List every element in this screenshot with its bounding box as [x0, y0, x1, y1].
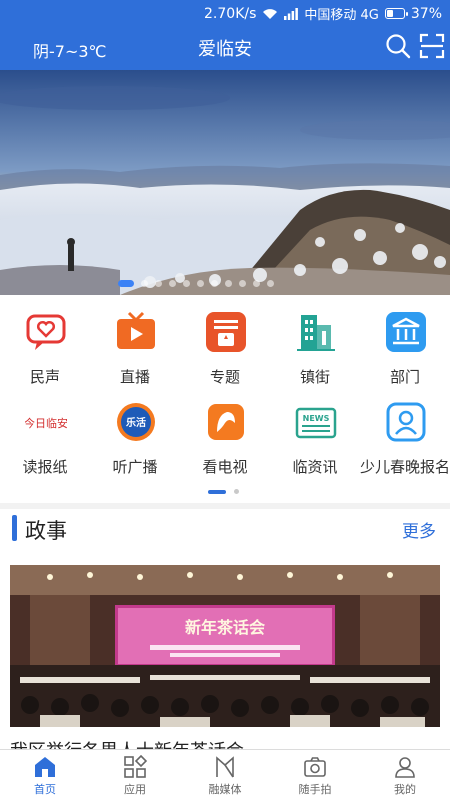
tab-label: 首页: [34, 783, 56, 796]
tab-media[interactable]: 融媒体: [180, 750, 270, 800]
tab-home[interactable]: 首页: [0, 750, 90, 800]
svg-text:今日临安: 今日临安: [25, 416, 67, 430]
grid-item-radio[interactable]: 乐活 听广播: [90, 385, 180, 476]
topic-icon: [206, 312, 246, 352]
tab-apps[interactable]: 应用: [90, 750, 180, 800]
indicator-dot: [141, 280, 148, 287]
indicator-dot: [253, 280, 260, 287]
banner-image: [0, 70, 450, 295]
tab-label: 我的: [394, 783, 416, 796]
apps-icon: [124, 755, 147, 778]
svg-text:乐活: 乐活: [126, 416, 146, 429]
person-badge-icon: [386, 402, 426, 442]
status-bar: 2.70K/s 中国移动 4G 37%: [0, 0, 450, 26]
app-bar: 阴-7~3℃ 爱临安: [0, 26, 450, 70]
indicator-dot: [267, 280, 274, 287]
page-dot-active: [208, 489, 226, 494]
svg-text:NEWS: NEWS: [303, 414, 330, 423]
article-image[interactable]: 新年茶话会: [10, 565, 440, 727]
carrier-label: 中国移动 4G: [304, 8, 379, 23]
network-speed: 2.70K/s: [204, 5, 257, 22]
indicator-dot: [239, 280, 246, 287]
chat-heart-icon: [26, 314, 66, 350]
search-icon[interactable]: [384, 32, 412, 60]
politics-section: 政事 更多 新年茶话会: [0, 509, 450, 749]
grid-item-minsheng[interactable]: 民声: [0, 295, 90, 386]
camera-icon: [304, 757, 326, 777]
article-photo: 新年茶话会: [10, 565, 440, 727]
newspaper-logo-icon: 今日临安: [25, 416, 67, 430]
app-title: 爱临安: [198, 39, 252, 60]
grid-item-live[interactable]: 直播: [90, 295, 180, 386]
indicator-dot: [169, 280, 176, 287]
function-grid: 民声 直播 专题 镇街 部门 今日临安 读报纸 乐活 听广播 看电视 NEWS …: [0, 295, 450, 503]
section-title: 政事: [25, 519, 67, 543]
live-tv-icon: [117, 311, 155, 349]
wifi-icon: [263, 8, 278, 19]
grid-item-kids-gala-signup[interactable]: 少儿春晚报名: [360, 385, 450, 476]
section-accent-bar: [12, 515, 17, 541]
grid-item-newspaper[interactable]: 今日临安 读报纸: [0, 385, 90, 476]
svg-text:新年茶话会: 新年茶话会: [185, 618, 265, 637]
institution-icon: [386, 312, 426, 352]
tab-label: 随手拍: [298, 783, 332, 796]
bottom-tab-bar: 首页 应用 融媒体 随手拍 我的: [0, 749, 450, 800]
indicator-dot: [155, 280, 162, 287]
tv-logo-icon: [208, 404, 244, 440]
indicator-dot: [211, 280, 218, 287]
grid-item-label: 少儿春晚报名: [359, 458, 450, 476]
grid-page-indicator: [208, 489, 239, 494]
grid-item-label: 部门: [389, 368, 420, 386]
grid-item-department[interactable]: 部门: [360, 295, 450, 386]
grid-item-news[interactable]: NEWS 临资讯: [270, 385, 360, 476]
page-dot: [234, 489, 239, 494]
home-icon: [35, 757, 55, 777]
radio-logo-icon: 乐活: [117, 403, 155, 441]
grid-item-town[interactable]: 镇街: [270, 295, 360, 386]
grid-item-topic[interactable]: 专题: [180, 295, 270, 386]
news-icon: NEWS: [295, 407, 337, 439]
user-icon: [395, 757, 415, 778]
banner-carousel[interactable]: [0, 70, 450, 295]
indicator-dot: [225, 280, 232, 287]
top-bar: 2.70K/s 中国移动 4G 37% 阴-7~3℃ 爱临安: [0, 0, 450, 70]
tab-label: 融媒体: [208, 783, 242, 796]
indicator-dot: [197, 280, 204, 287]
signal-icon: [284, 7, 299, 20]
media-icon: [216, 756, 234, 778]
more-link[interactable]: 更多: [402, 517, 436, 542]
tab-label: 应用: [124, 783, 146, 796]
battery-icon: [384, 8, 408, 19]
battery-percent: 37%: [410, 5, 442, 22]
indicator-dot: [183, 280, 190, 287]
article-title[interactable]: 我区举行各界人士新年茶话会: [10, 737, 244, 749]
buildings-icon: [297, 315, 335, 351]
banner-indicator: [118, 280, 274, 287]
scan-icon[interactable]: [418, 32, 446, 60]
grid-item-tv[interactable]: 看电视: [180, 385, 270, 476]
tab-snapshot[interactable]: 随手拍: [270, 750, 360, 800]
tab-profile[interactable]: 我的: [360, 750, 450, 800]
indicator-dot-active: [118, 280, 134, 287]
